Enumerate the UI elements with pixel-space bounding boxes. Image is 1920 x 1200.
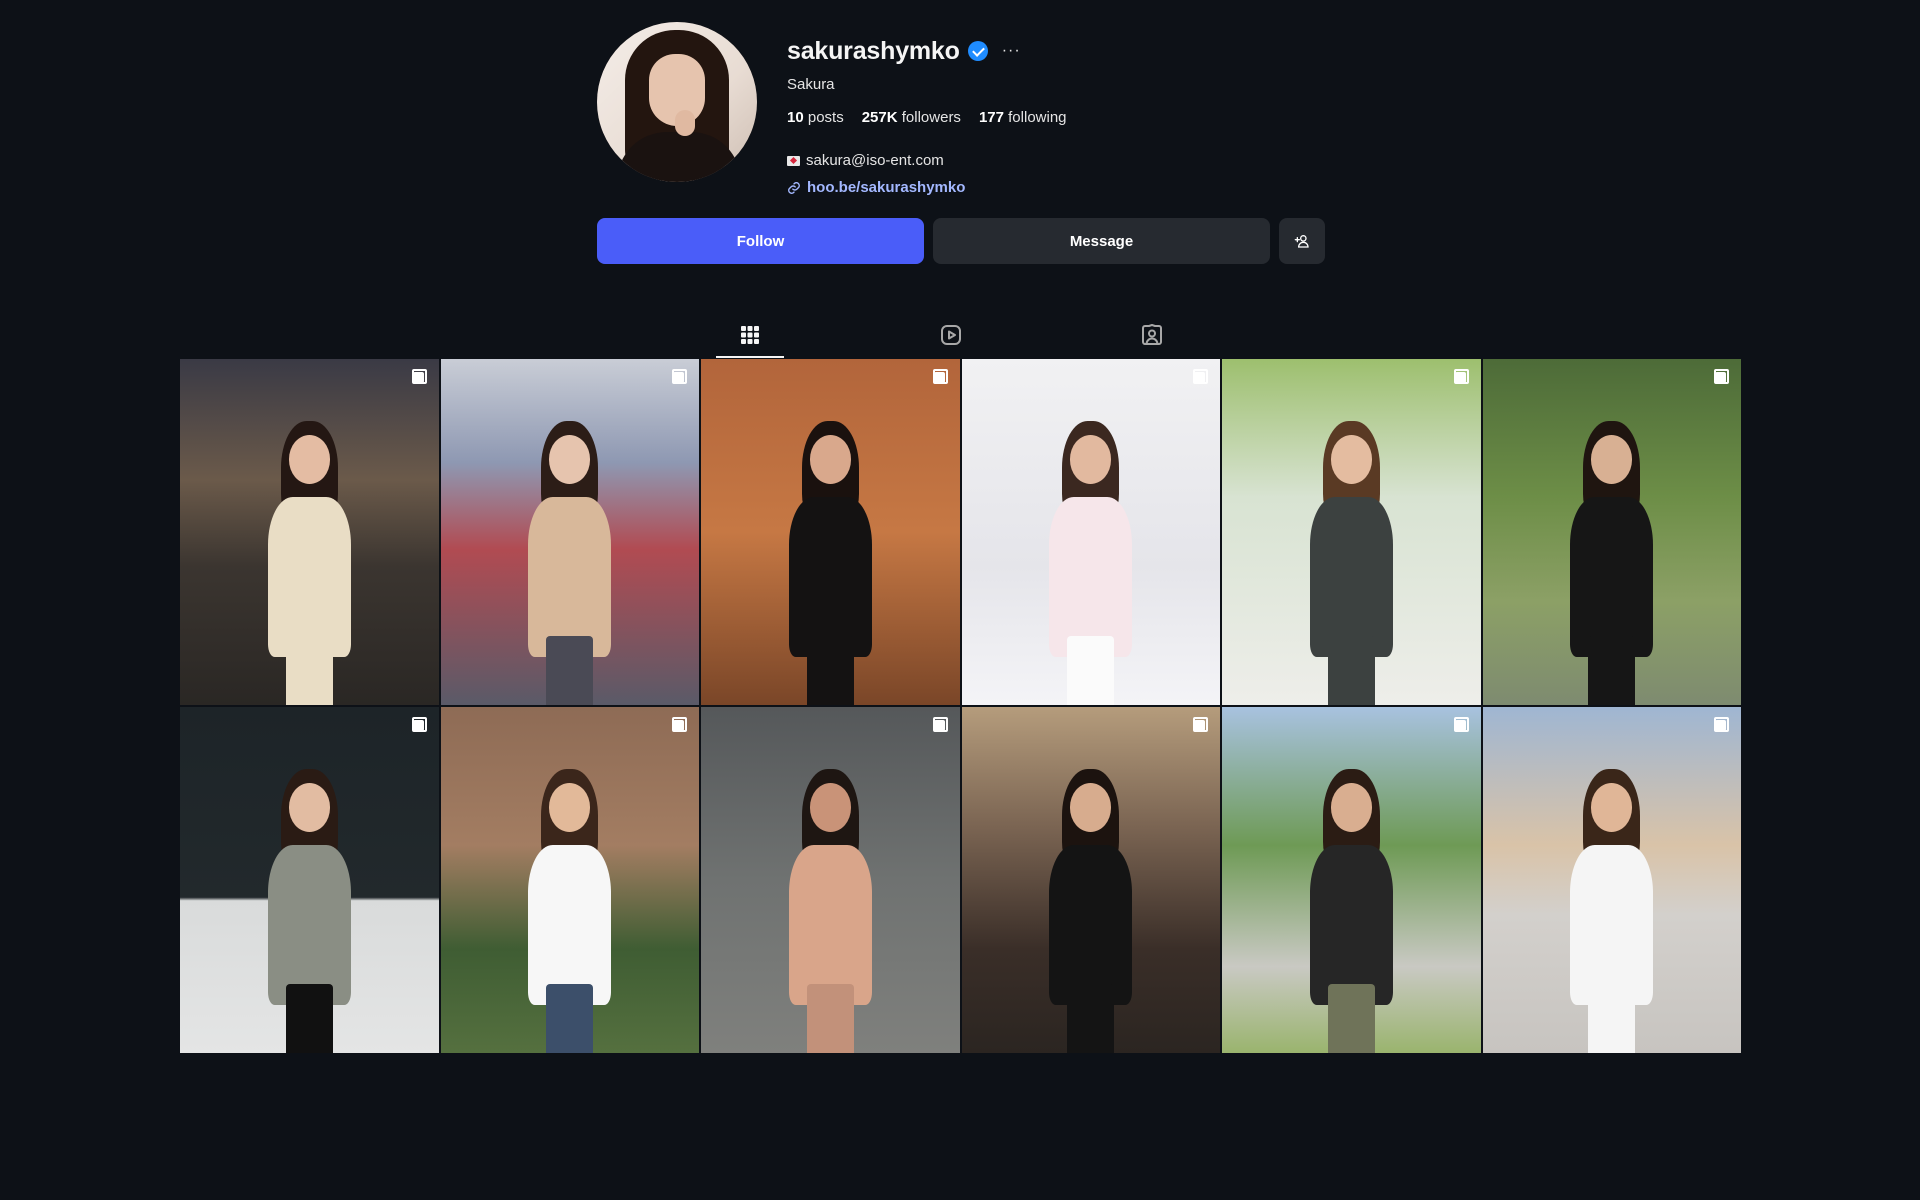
person-outfit bbox=[1049, 845, 1133, 1005]
suggest-user-button[interactable] bbox=[1279, 218, 1325, 264]
carousel-icon bbox=[411, 717, 427, 732]
carousel-icon bbox=[411, 369, 427, 384]
tab-posts[interactable] bbox=[716, 312, 784, 358]
person-face bbox=[1070, 435, 1112, 484]
profile-info: sakurashymko ··· Sakura 10 posts 257K fo… bbox=[787, 22, 1067, 196]
reels-icon bbox=[941, 325, 961, 345]
more-options-icon[interactable]: ··· bbox=[1002, 42, 1021, 60]
carousel-icon bbox=[672, 369, 687, 384]
person-outfit bbox=[788, 845, 872, 1005]
person-legs bbox=[1067, 635, 1114, 705]
person-outfit bbox=[528, 845, 612, 1005]
person-face bbox=[1591, 435, 1633, 484]
following-stat[interactable]: 177 following bbox=[979, 109, 1067, 126]
carousel-icon bbox=[1193, 717, 1208, 732]
carousel-icon bbox=[1453, 369, 1469, 384]
person-face bbox=[549, 783, 591, 832]
person-outfit bbox=[1049, 497, 1133, 657]
person-outfit bbox=[267, 845, 351, 1005]
followers-stat[interactable]: 257K followers bbox=[862, 109, 961, 126]
profile-stats: 10 posts 257K followers 177 following bbox=[787, 109, 1067, 126]
carousel-icon bbox=[1714, 717, 1729, 732]
person-outfit bbox=[788, 497, 872, 657]
post-thumbnail[interactable] bbox=[961, 359, 1220, 705]
person-legs bbox=[1327, 983, 1375, 1053]
person-legs bbox=[806, 983, 854, 1053]
post-thumbnail[interactable] bbox=[1482, 359, 1741, 705]
carousel-icon bbox=[932, 717, 948, 732]
person-legs bbox=[1067, 983, 1114, 1053]
carousel-icon bbox=[1714, 369, 1729, 384]
person-legs bbox=[806, 635, 854, 705]
carousel-icon bbox=[932, 369, 948, 384]
carousel-icon bbox=[1193, 369, 1208, 384]
add-person-icon bbox=[1294, 235, 1309, 248]
person-legs bbox=[1588, 635, 1635, 705]
person-face bbox=[1330, 783, 1372, 832]
posts-grid bbox=[180, 359, 1741, 1053]
post-thumbnail[interactable] bbox=[1222, 359, 1481, 705]
tagged-icon bbox=[1142, 324, 1162, 345]
verified-badge-icon bbox=[967, 41, 988, 61]
person-outfit bbox=[267, 497, 351, 657]
post-thumbnail[interactable] bbox=[701, 359, 960, 705]
person-outfit bbox=[1309, 497, 1393, 657]
person-outfit bbox=[1570, 497, 1654, 657]
profile-avatar[interactable] bbox=[597, 22, 757, 182]
person-legs bbox=[285, 635, 333, 705]
person-legs bbox=[285, 983, 333, 1053]
person-outfit bbox=[1309, 845, 1393, 1005]
post-thumbnail[interactable] bbox=[1482, 707, 1741, 1053]
person-face bbox=[809, 783, 851, 832]
person-face bbox=[288, 783, 330, 832]
email-text: sakura@iso-ent.com bbox=[806, 152, 944, 169]
person-outfit bbox=[1570, 845, 1654, 1005]
person-legs bbox=[546, 983, 593, 1053]
link-text[interactable]: hoo.be/sakurashymko bbox=[807, 179, 965, 196]
love-letter-icon bbox=[787, 155, 800, 166]
person-face bbox=[1330, 435, 1372, 484]
post-thumbnail[interactable] bbox=[180, 707, 439, 1053]
grid-icon bbox=[741, 326, 759, 344]
person-face bbox=[549, 435, 591, 484]
carousel-icon bbox=[1453, 717, 1469, 732]
person-legs bbox=[546, 635, 593, 705]
person-outfit bbox=[528, 497, 612, 657]
person-face bbox=[809, 435, 851, 484]
profile-full-name: Sakura bbox=[787, 76, 835, 93]
tab-reels[interactable] bbox=[917, 312, 985, 358]
carousel-icon bbox=[672, 717, 687, 732]
post-thumbnail[interactable] bbox=[440, 359, 699, 705]
profile-actions: Follow Message bbox=[597, 218, 1325, 264]
person-legs bbox=[1588, 983, 1635, 1053]
profile-header: sakurashymko ··· Sakura 10 posts 257K fo… bbox=[597, 22, 1327, 272]
profile-tabs bbox=[716, 312, 1186, 358]
person-face bbox=[1070, 783, 1112, 832]
post-thumbnail[interactable] bbox=[180, 359, 439, 705]
link-icon bbox=[788, 181, 800, 194]
tab-tagged[interactable] bbox=[1118, 312, 1186, 358]
profile-link[interactable]: hoo.be/sakurashymko bbox=[787, 179, 1067, 196]
profile-username: sakurashymko bbox=[787, 36, 960, 65]
person-face bbox=[288, 435, 330, 484]
post-thumbnail[interactable] bbox=[961, 707, 1220, 1053]
profile-email: sakura@iso-ent.com bbox=[787, 152, 1067, 169]
post-thumbnail[interactable] bbox=[1222, 707, 1481, 1053]
person-legs bbox=[1327, 635, 1375, 705]
post-thumbnail[interactable] bbox=[701, 707, 960, 1053]
follow-button[interactable]: Follow bbox=[597, 218, 924, 264]
post-thumbnail[interactable] bbox=[440, 707, 699, 1053]
posts-stat: 10 posts bbox=[787, 109, 844, 126]
person-face bbox=[1591, 783, 1633, 832]
message-button[interactable]: Message bbox=[933, 218, 1270, 264]
